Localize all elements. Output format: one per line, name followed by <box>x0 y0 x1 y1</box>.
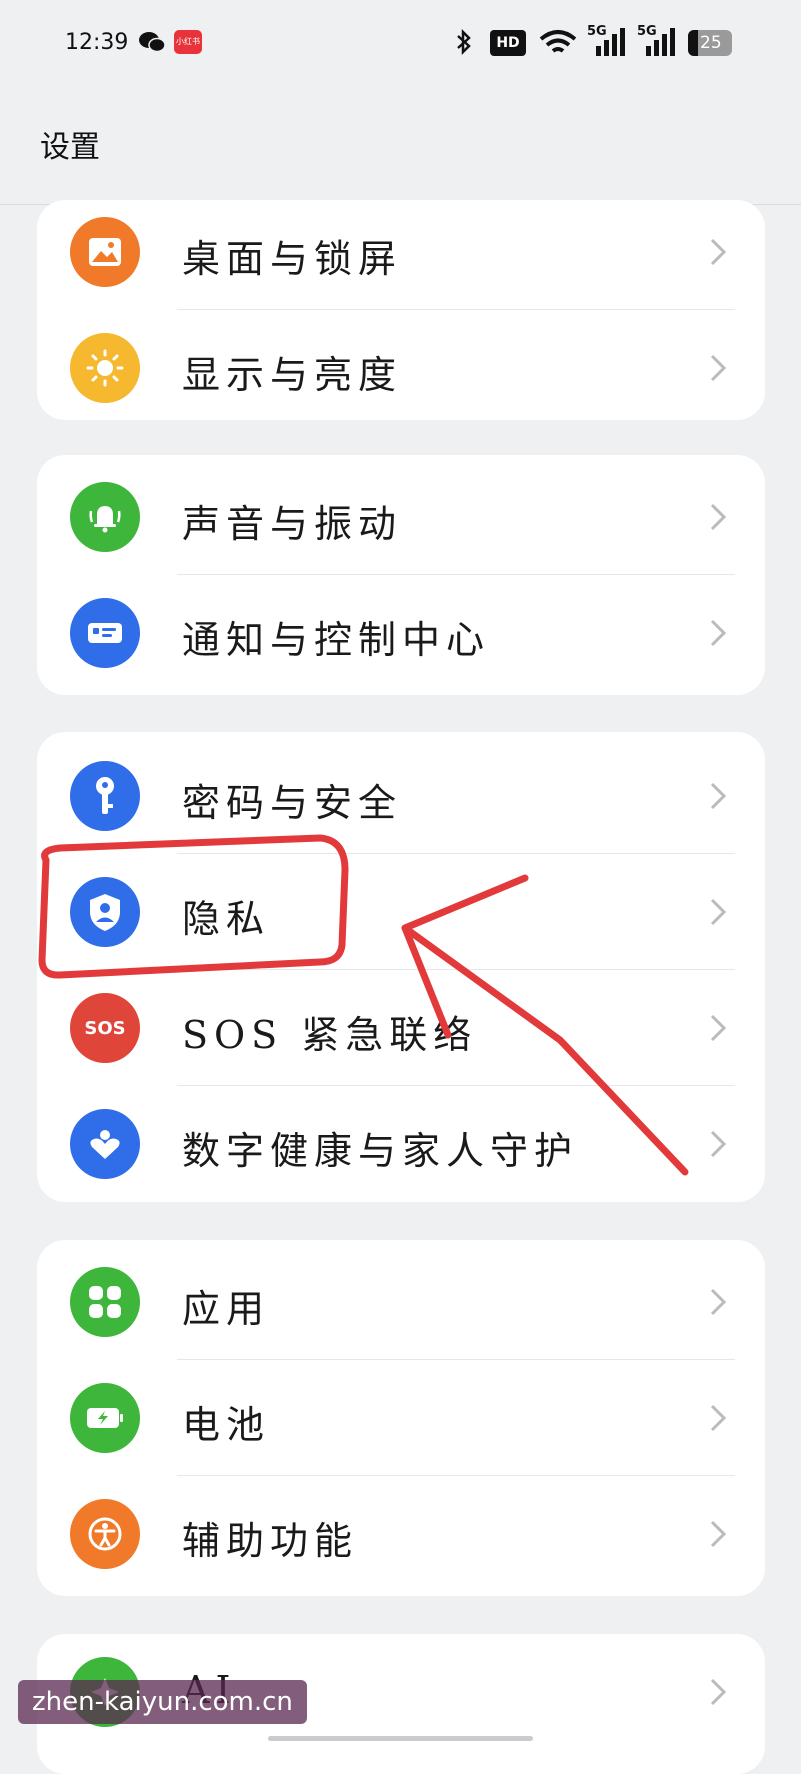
sos-icon-text: SOS <box>84 1017 126 1039</box>
apps-grid-icon <box>70 1267 140 1337</box>
settings-item-apps[interactable]: 应用 <box>37 1244 765 1360</box>
settings-item-label: 声音与振动 <box>182 502 403 546</box>
settings-item-label: 隐私 <box>182 897 271 941</box>
wallpaper-icon <box>70 217 140 287</box>
wifi-icon <box>538 28 578 62</box>
chevron-right-icon <box>710 1288 727 1316</box>
home-indicator[interactable] <box>268 1736 533 1741</box>
net-type-1: 5G <box>587 24 607 39</box>
settings-item-digital-wellbeing[interactable]: 数字健康与家人守护 <box>37 1086 765 1202</box>
settings-item-password-security[interactable]: 密码与安全 <box>37 738 765 854</box>
settings-item-display-brightness[interactable]: 显示与亮度 <box>37 310 765 420</box>
settings-item-sound-vibration[interactable]: 声音与振动 <box>37 459 765 575</box>
sos-icon: SOS <box>70 993 140 1063</box>
settings-item-label: 通知与控制中心 <box>182 618 491 662</box>
net-type-2: 5G <box>637 24 657 39</box>
settings-item-accessibility[interactable]: 辅助功能 <box>37 1476 765 1592</box>
battery-status-icon: 25 <box>688 30 732 56</box>
settings-item-label: 电池 <box>182 1403 271 1447</box>
page-title: 设置 <box>40 130 100 165</box>
settings-item-desktop-lockscreen[interactable]: 桌面与锁屏 <box>37 200 765 310</box>
settings-item-label: 数字健康与家人守护 <box>182 1129 579 1173</box>
sun-icon <box>70 333 140 403</box>
settings-group-display: 桌面与锁屏 显示与亮度 <box>37 200 765 420</box>
chevron-right-icon <box>710 898 727 926</box>
settings-item-battery[interactable]: 电池 <box>37 1360 765 1476</box>
accessibility-icon <box>70 1499 140 1569</box>
settings-item-label: 桌面与锁屏 <box>182 237 403 281</box>
wechat-icon <box>138 30 166 54</box>
chevron-right-icon <box>710 238 727 266</box>
bluetooth-icon <box>452 28 476 60</box>
xiaohongshu-icon: 小红书 <box>174 30 202 54</box>
settings-item-label: 显示与亮度 <box>182 353 403 397</box>
chevron-right-icon <box>710 1678 727 1706</box>
notification-icon <box>70 598 140 668</box>
chevron-right-icon <box>710 1014 727 1042</box>
heart-icon <box>70 1109 140 1179</box>
chevron-right-icon <box>710 1404 727 1432</box>
settings-group-security: 密码与安全 隐私 SOS SOS 紧急联络 数字健康与家人守护 <box>37 732 765 1202</box>
chevron-right-icon <box>710 503 727 531</box>
settings-group-sound: 声音与振动 通知与控制中心 <box>37 455 765 695</box>
settings-item-label: 辅助功能 <box>182 1519 359 1563</box>
settings-item-label: 应用 <box>182 1287 271 1331</box>
battery-icon <box>70 1383 140 1453</box>
settings-item-label: 密码与安全 <box>182 781 403 825</box>
privacy-shield-icon <box>70 877 140 947</box>
hd-icon: HD <box>490 30 526 56</box>
watermark: zhen-kaiyun.com.cn <box>18 1680 307 1724</box>
chevron-right-icon <box>710 1520 727 1548</box>
chevron-right-icon <box>710 782 727 810</box>
key-icon <box>70 761 140 831</box>
settings-item-label: SOS 紧急联络 <box>182 1013 478 1057</box>
chevron-right-icon <box>710 619 727 647</box>
status-time: 12:39 <box>65 30 129 55</box>
header <box>0 90 801 205</box>
settings-item-notification-control[interactable]: 通知与控制中心 <box>37 575 765 691</box>
bell-icon <box>70 482 140 552</box>
chevron-right-icon <box>710 1130 727 1158</box>
settings-item-privacy[interactable]: 隐私 <box>37 854 765 970</box>
battery-level: 25 <box>700 33 722 53</box>
chevron-right-icon <box>710 354 727 382</box>
settings-item-sos[interactable]: SOS SOS 紧急联络 <box>37 970 765 1086</box>
status-bar: 12:39 小红书 HD 5G 5G 25 <box>0 0 801 90</box>
settings-group-apps: 应用 电池 辅助功能 <box>37 1240 765 1596</box>
